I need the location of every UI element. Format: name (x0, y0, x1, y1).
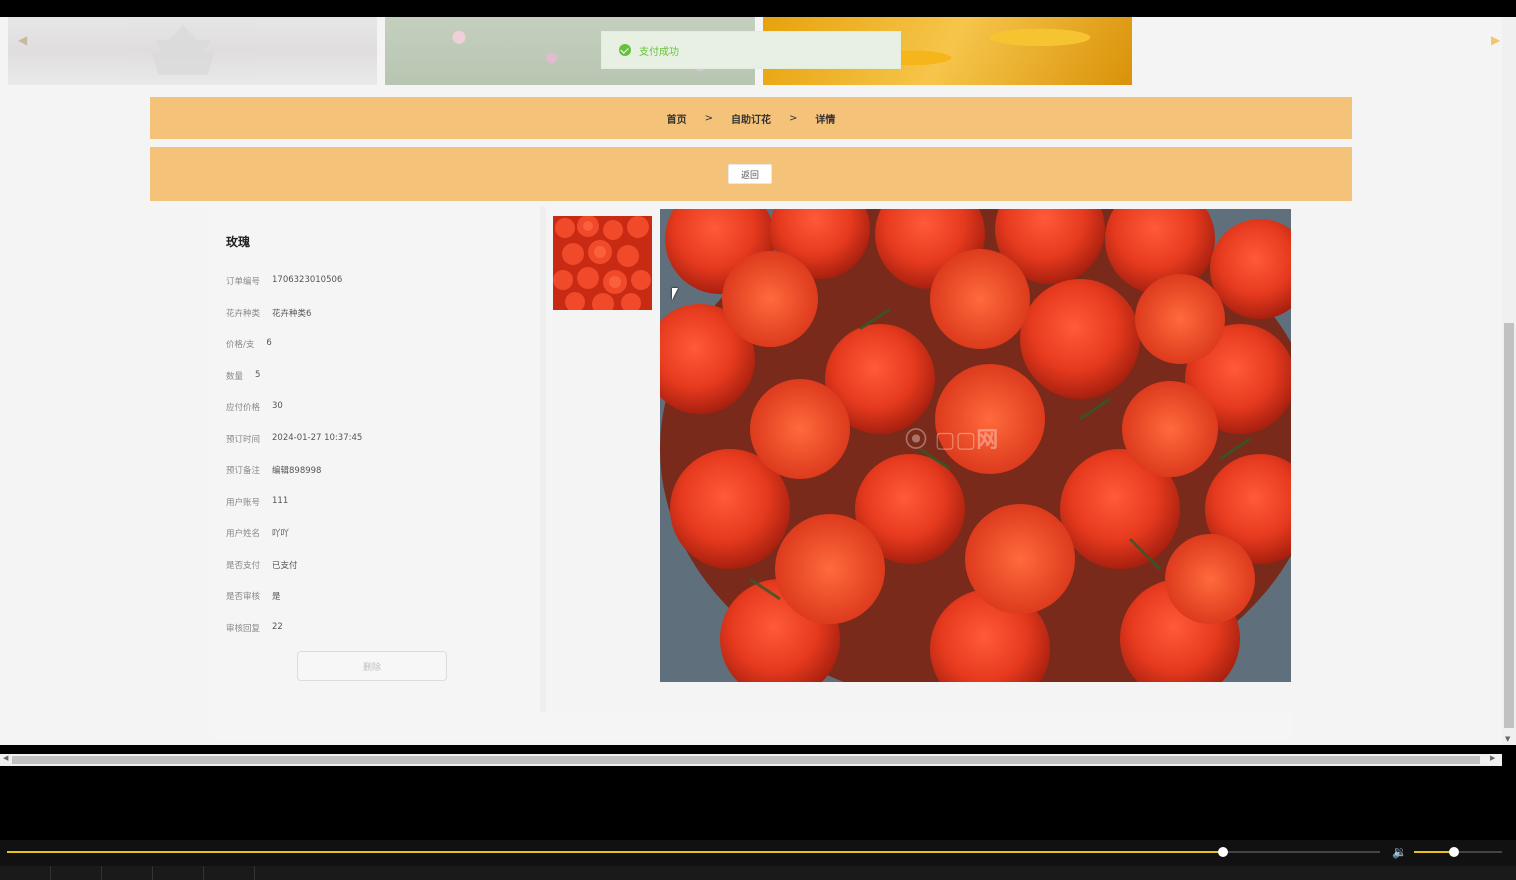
seek-progress (7, 851, 1224, 853)
back-button[interactable]: 返回 (728, 164, 772, 184)
carousel-prev-icon[interactable]: ◀ (18, 33, 27, 47)
field-label: 用户账号 (226, 498, 261, 508)
scroll-down-arrow-icon[interactable]: ▼ (1505, 735, 1510, 743)
field-value: 2024-01-27 10:37:45 (272, 433, 363, 443)
taskbar-slot[interactable] (51, 866, 102, 880)
browser-viewport: ◀ ▶ 支付成功 首页 > 自助订花 > 详情 返回 玫瑰 订单编号 170632… (0, 17, 1502, 745)
seek-bar[interactable] (7, 847, 1380, 857)
scroll-right-arrow-icon[interactable]: ▶ (1490, 754, 1495, 762)
horizontal-scrollbar[interactable]: ◀ ▶ (0, 754, 1502, 766)
check-circle-icon (619, 44, 631, 56)
taskbar-slot[interactable] (153, 866, 204, 880)
volume-handle[interactable] (1448, 847, 1459, 857)
volume-level (1414, 851, 1454, 853)
volume-slider[interactable] (1414, 847, 1502, 857)
carousel-next-icon[interactable]: ▶ (1491, 33, 1500, 47)
banner-image-castle[interactable] (8, 17, 377, 85)
breadcrumb: 首页 > 自助订花 > 详情 (150, 97, 1352, 139)
breadcrumb-home[interactable]: 首页 (667, 111, 687, 126)
action-bar: 返回 (150, 147, 1352, 201)
image-watermark: ⦿ ▢▢网 (905, 428, 999, 453)
order-info-panel: 玫瑰 订单编号 1706323010506 花卉种类 花卉种类6 价格/支 6 数量 5… (210, 207, 546, 712)
field-label: 花卉种类 (226, 309, 261, 319)
field-value: 22 (272, 622, 283, 632)
product-title: 玫瑰 (226, 235, 251, 249)
field-booking-note: 预订备注 编辑898998 (226, 464, 321, 476)
taskbar-slot[interactable] (102, 866, 153, 880)
field-value: 已支付 (272, 561, 298, 571)
field-user-name: 用户姓名 吖吖 (226, 527, 289, 539)
taskbar (0, 866, 1516, 880)
volume-icon[interactable]: 🔉 (1392, 845, 1408, 859)
field-label: 订单编号 (226, 277, 261, 287)
field-value: 1706323010506 (272, 275, 343, 285)
seek-handle[interactable] (1218, 847, 1229, 857)
field-label: 是否支付 (226, 561, 261, 571)
field-unit-price: 价格/支 6 (226, 338, 272, 350)
field-value: 吖吖 (272, 529, 290, 539)
field-label: 预订时间 (226, 435, 261, 445)
field-label: 数量 (226, 372, 244, 382)
field-paid: 是否支付 已支付 (226, 559, 298, 571)
breadcrumb-flower-order[interactable]: 自助订花 (731, 111, 771, 126)
field-value: 是 (272, 592, 281, 602)
field-label: 用户姓名 (226, 529, 261, 539)
breadcrumb-separator: > (704, 112, 713, 124)
field-value: 花卉种类6 (272, 309, 312, 319)
castle-shape (151, 25, 215, 75)
field-label: 价格/支 (226, 340, 255, 350)
field-review-reply: 审核回复 22 (226, 622, 283, 634)
field-value: 编辑898998 (272, 466, 322, 476)
horizontal-scroll-thumb[interactable] (12, 756, 1480, 764)
mouse-cursor-icon (672, 288, 684, 300)
taskbar-slot[interactable] (0, 866, 51, 880)
vertical-scrollbar[interactable]: ▼ (1502, 17, 1516, 745)
vertical-scroll-thumb[interactable] (1504, 323, 1514, 728)
field-reviewed: 是否审核 是 (226, 590, 281, 602)
success-toast: 支付成功 (601, 31, 901, 69)
field-label: 预订备注 (226, 466, 261, 476)
field-value: 5 (255, 370, 261, 380)
field-user-account: 用户账号 111 (226, 496, 288, 508)
field-value: 111 (272, 496, 289, 506)
field-value: 30 (272, 401, 283, 411)
field-label: 审核回复 (226, 624, 261, 634)
field-quantity: 数量 5 (226, 370, 260, 382)
field-booking-time: 预订时间 2024-01-27 10:37:45 (226, 433, 362, 445)
content-footer-area (210, 712, 1293, 740)
field-amount-due: 应付价格 30 (226, 401, 283, 413)
scroll-left-arrow-icon[interactable]: ◀ (3, 754, 8, 762)
breadcrumb-current: 详情 (815, 114, 836, 126)
field-label: 是否审核 (226, 592, 261, 602)
field-flower-type: 花卉种类 花卉种类6 (226, 307, 311, 319)
field-value: 6 (266, 338, 272, 348)
taskbar-slot[interactable] (204, 866, 255, 880)
product-thumbnail[interactable] (553, 216, 652, 310)
delete-button[interactable]: 删除 (297, 651, 447, 681)
toast-message: 支付成功 (639, 46, 679, 58)
breadcrumb-separator: > (789, 112, 798, 124)
field-label: 应付价格 (226, 403, 261, 413)
field-order-no: 订单编号 1706323010506 (226, 275, 342, 287)
